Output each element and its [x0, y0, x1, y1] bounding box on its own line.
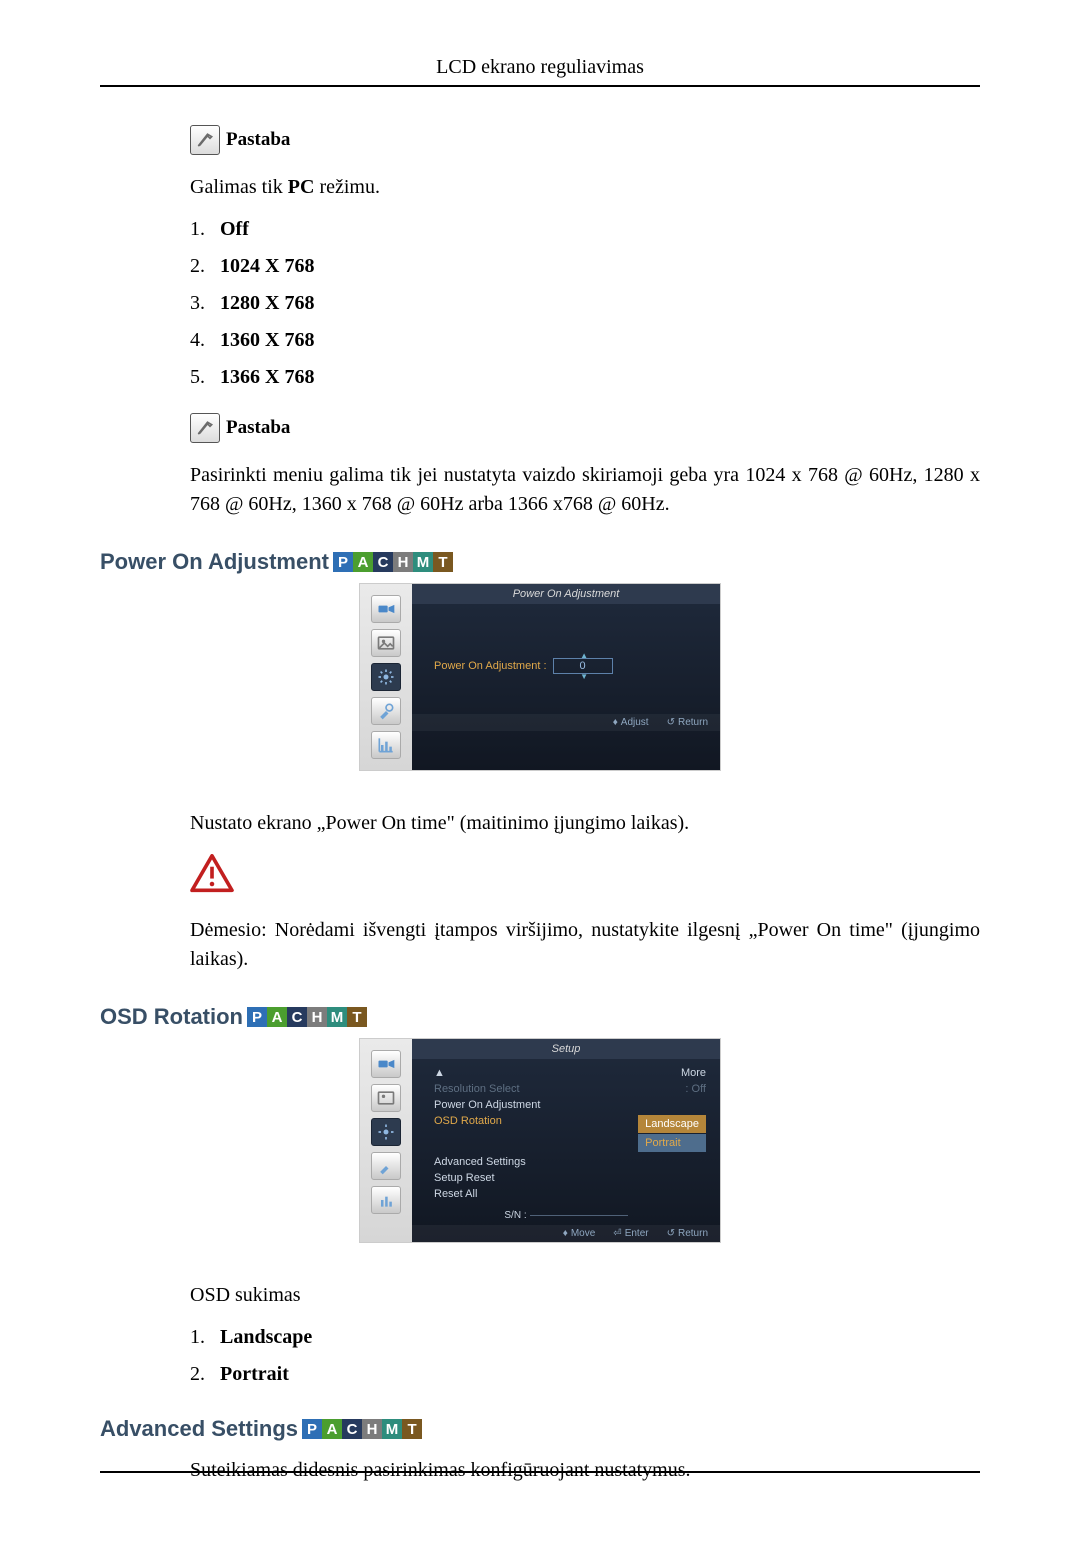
- osd-field-value-box: ▲ 0 ▼: [553, 658, 613, 674]
- warning-icon: [190, 854, 980, 900]
- heading-osd-rotation: OSD Rotation P A C H M T: [100, 1004, 980, 1030]
- badge-h: H: [362, 1419, 382, 1439]
- note-icon: [190, 413, 220, 443]
- badge-h: H: [393, 552, 413, 572]
- note-icon: [190, 125, 220, 155]
- osd-field-value: 0: [579, 660, 585, 672]
- osd-rotation-desc: OSD sukimas: [190, 1281, 980, 1310]
- note-block: Pastaba: [190, 413, 980, 443]
- osd-setup-icon: [371, 663, 401, 691]
- osd-side-icons: [360, 584, 412, 770]
- osd-footer: ♦Move ⏎Enter ↺Return: [412, 1225, 720, 1242]
- footer-rule: [100, 1471, 980, 1473]
- osd-rotation-list: 1.Landscape 2.Portrait: [190, 1326, 980, 1386]
- osd-field-label: Power On Adjustment :: [434, 660, 547, 672]
- page-header: LCD ekrano reguliavimas: [100, 56, 980, 87]
- badge-t: T: [402, 1419, 422, 1439]
- osd-field-row: Power On Adjustment : ▲ 0 ▼: [434, 658, 708, 674]
- osd-option-landscape: Landscape: [638, 1115, 706, 1133]
- osd-tools-icon: [371, 1152, 401, 1180]
- osd-screenshot-power-on: Power On Adjustment Power On Adjustment …: [359, 583, 721, 771]
- osd-footer: ♦Adjust ↺Return: [412, 714, 720, 731]
- badge-m: M: [413, 552, 433, 572]
- badge-c: C: [287, 1007, 307, 1027]
- badge-m: M: [327, 1007, 347, 1027]
- note2-text: Pasirinkti meniu galima tik jei nustatyt…: [190, 461, 980, 519]
- badge-m: M: [382, 1419, 402, 1439]
- osd-tools-icon: [371, 697, 401, 725]
- osd-menu: ▲ More Resolution Select: Off Power On A…: [412, 1059, 720, 1202]
- badge-c: C: [342, 1419, 362, 1439]
- badge-c: C: [373, 552, 393, 572]
- osd-chart-icon: [371, 1186, 401, 1214]
- osd-option-portrait: Portrait: [638, 1134, 706, 1152]
- heading-power-on-adjustment: Power On Adjustment P A C H M T: [100, 549, 980, 575]
- badge-p: P: [247, 1007, 267, 1027]
- list-item: 4.1360 X 768: [190, 329, 980, 352]
- osd-menu-item: Reset All: [434, 1186, 720, 1202]
- osd-menu-item-selected: OSD Rotation Landscape Portrait: [434, 1113, 720, 1154]
- osd-menu-item: Setup Reset: [434, 1170, 720, 1186]
- note-block: Pastaba: [190, 125, 980, 155]
- osd-side-icons: [360, 1039, 412, 1242]
- list-item: 3.1280 X 768: [190, 292, 980, 315]
- osd-serial-row: S/N :: [412, 1210, 720, 1221]
- list-item: 1.Landscape: [190, 1326, 980, 1349]
- osd-chart-icon: [371, 731, 401, 759]
- badge-t: T: [347, 1007, 367, 1027]
- page-title: LCD ekrano reguliavimas: [436, 56, 644, 78]
- list-item: 5.1366 X 768: [190, 366, 980, 389]
- osd-screenshot-osd-rotation: Setup ▲ More Resolution Select: Off Powe…: [359, 1038, 721, 1243]
- osd-menu-item: Advanced Settings: [434, 1154, 720, 1170]
- resolution-list: 1.Off 2.1024 X 768 3.1280 X 768 4.1360 X…: [190, 218, 980, 389]
- power-on-desc: Nustato ekrano „Power On time" (maitinim…: [190, 809, 980, 838]
- badge-a: A: [322, 1419, 342, 1439]
- osd-menu-item: Power On Adjustment: [434, 1097, 720, 1113]
- osd-title: Setup: [412, 1039, 720, 1059]
- osd-input-icon: [371, 595, 401, 623]
- power-on-warning: Dėmesio: Norėdami išvengti įtampos virši…: [190, 916, 980, 974]
- heading-advanced-settings: Advanced Settings P A C H M T: [100, 1416, 980, 1442]
- badge-p: P: [302, 1419, 322, 1439]
- note-label: Pastaba: [226, 129, 290, 151]
- list-item: 2.Portrait: [190, 1363, 980, 1386]
- badge-a: A: [353, 552, 373, 572]
- osd-picture-icon: [371, 629, 401, 657]
- osd-title: Power On Adjustment: [412, 584, 720, 604]
- osd-setup-icon: [371, 1118, 401, 1146]
- badge-a: A: [267, 1007, 287, 1027]
- mode-badges: P A C H M T: [333, 552, 453, 572]
- mode-badges: P A C H M T: [302, 1419, 422, 1439]
- list-item: 1.Off: [190, 218, 980, 241]
- osd-input-icon: [371, 1050, 401, 1078]
- osd-menu-more: ▲ More: [434, 1065, 720, 1081]
- osd-menu-item: Resolution Select: Off: [434, 1081, 720, 1097]
- badge-p: P: [333, 552, 353, 572]
- note-label: Pastaba: [226, 417, 290, 439]
- osd-picture-icon: [371, 1084, 401, 1112]
- badge-h: H: [307, 1007, 327, 1027]
- mode-badges: P A C H M T: [247, 1007, 367, 1027]
- badge-t: T: [433, 552, 453, 572]
- list-item: 2.1024 X 768: [190, 255, 980, 278]
- intro-text: Galimas tik PC režimu.: [190, 173, 980, 202]
